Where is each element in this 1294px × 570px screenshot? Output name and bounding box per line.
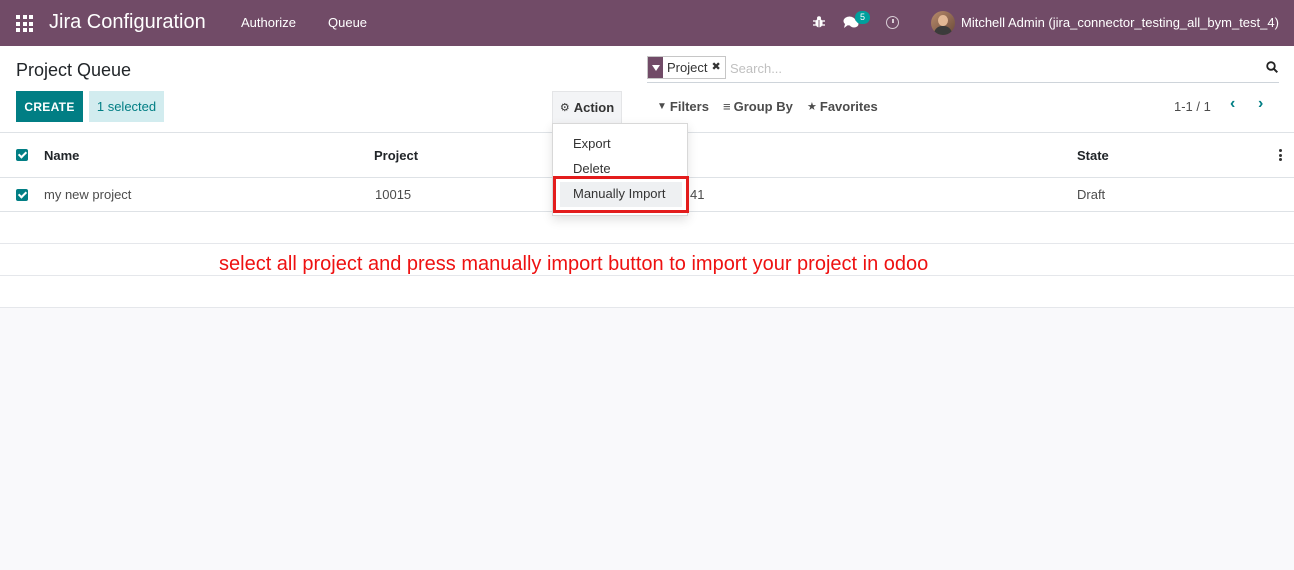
message-count-badge: 5 xyxy=(855,11,870,24)
cell-name: my new project xyxy=(44,187,132,202)
app-title[interactable]: Jira Configuration xyxy=(49,11,206,34)
action-button[interactable]: ⚙ Action xyxy=(552,91,622,124)
search-input[interactable] xyxy=(730,59,1180,77)
selected-count: 1 selected xyxy=(89,91,164,122)
menu-item-delete[interactable]: Delete xyxy=(573,161,611,176)
manually-import-highlight: Manually Import xyxy=(553,176,689,213)
select-all-checkbox[interactable] xyxy=(16,149,28,161)
cell-project: 10015 xyxy=(375,187,412,202)
group-by-button[interactable]: ≡ Group By xyxy=(723,99,793,114)
row-checkbox[interactable] xyxy=(16,189,28,201)
facet-remove-icon[interactable]: ✖ xyxy=(711,57,725,78)
cell-partial: 41 xyxy=(690,187,705,202)
column-header-state[interactable]: State xyxy=(1077,148,1109,163)
filters-label: Filters xyxy=(669,99,709,114)
column-header-name[interactable]: Name xyxy=(44,148,79,163)
optional-columns-icon[interactable] xyxy=(1279,149,1282,161)
create-button[interactable]: CREATE xyxy=(16,91,83,122)
apps-menu-icon[interactable] xyxy=(16,15,33,32)
menu-authorize[interactable]: Authorize xyxy=(241,15,296,30)
favorites-button[interactable]: ★ Favorites xyxy=(807,99,878,114)
pager-previous-icon[interactable]: ‹ xyxy=(1230,96,1244,112)
gear-icon: ⚙ xyxy=(559,102,570,114)
group-by-label: Group By xyxy=(733,99,793,114)
menu-item-export[interactable]: Export xyxy=(573,136,611,151)
search-bar: Project ✖ xyxy=(647,54,1279,83)
search-icon[interactable] xyxy=(1266,61,1278,73)
search-facet: Project ✖ xyxy=(647,56,727,79)
cell-state: Draft xyxy=(1077,187,1106,202)
menu-queue[interactable]: Queue xyxy=(328,15,367,30)
page-title: Project Queue xyxy=(16,60,132,80)
debug-bug-icon[interactable] xyxy=(812,15,826,29)
user-name[interactable]: Mitchell Admin (jira_connector_testing_a… xyxy=(961,15,1279,30)
activity-clock-icon[interactable] xyxy=(886,16,899,29)
top-navbar: Jira Configuration Authorize Queue 5 Mit… xyxy=(0,0,1294,46)
star-icon: ★ xyxy=(807,101,817,113)
menu-item-manually-import[interactable]: Manually Import xyxy=(573,186,665,201)
column-header-project[interactable]: Project xyxy=(374,148,418,163)
action-label: Action xyxy=(573,100,615,115)
filter-facet-icon xyxy=(648,57,663,78)
group-by-icon: ≡ xyxy=(723,99,731,114)
empty-row xyxy=(0,276,1294,308)
control-panel: Project Queue CREATE 1 selected ⚙ Action… xyxy=(0,46,1294,133)
filter-funnel-icon: ▼ xyxy=(657,101,667,112)
facet-label: Project xyxy=(667,60,708,75)
favorites-label: Favorites xyxy=(819,99,878,114)
pager-next-icon[interactable]: › xyxy=(1258,96,1272,112)
instruction-annotation: select all project and press manually im… xyxy=(219,253,929,275)
empty-row xyxy=(0,212,1294,244)
filters-button[interactable]: ▼ Filters xyxy=(657,99,709,114)
pager-value[interactable]: 1-1 / 1 xyxy=(1174,99,1211,114)
user-avatar[interactable] xyxy=(931,11,955,35)
